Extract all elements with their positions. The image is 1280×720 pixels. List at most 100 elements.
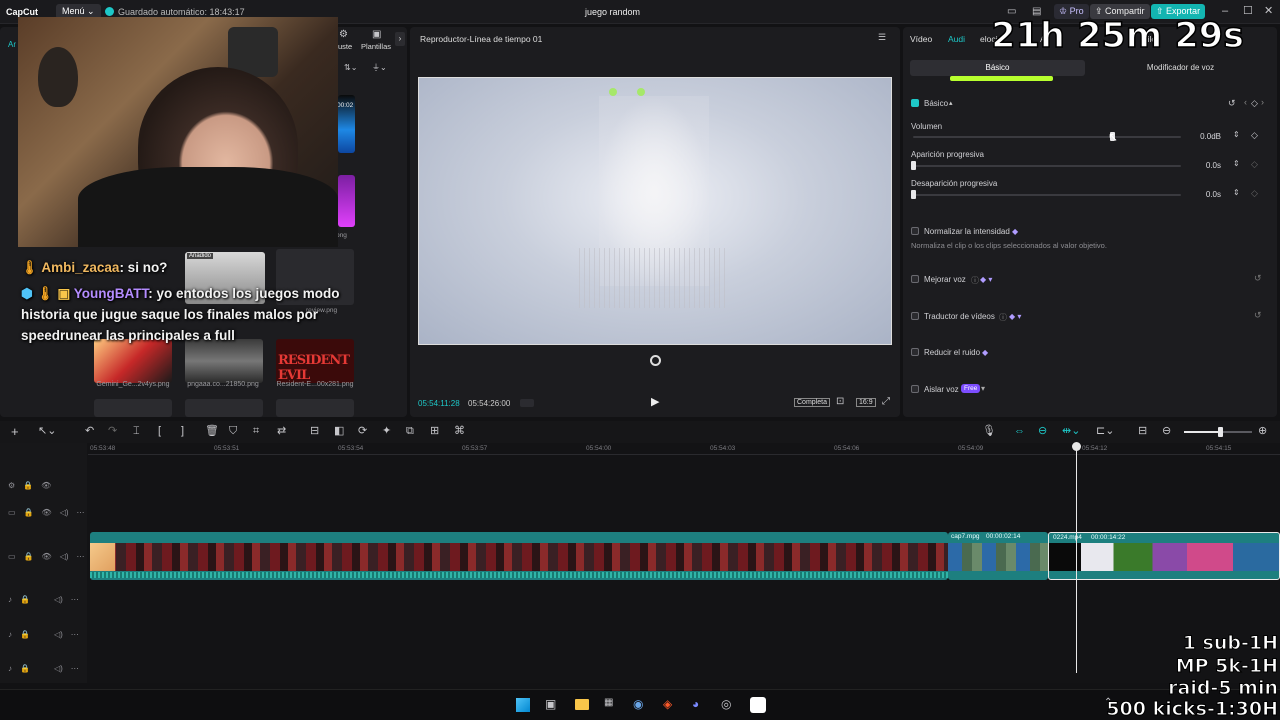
transition-icon[interactable]: ⧉	[406, 426, 414, 437]
playhead-handle[interactable]	[1072, 442, 1081, 451]
auto-cut-icon[interactable]: ⌘	[454, 426, 465, 437]
translate-checkbox[interactable]	[911, 312, 919, 320]
lock-icon[interactable]: 🔒	[20, 630, 30, 642]
mute-icon[interactable]: ◁)	[60, 552, 69, 564]
more-icon[interactable]: ⋯	[71, 664, 79, 676]
info-icon[interactable]: ⓘ	[971, 275, 979, 286]
filter-icon[interactable]: ⏚⌄	[372, 64, 387, 72]
file-explorer-icon[interactable]	[575, 699, 589, 710]
fadeout-stepper[interactable]: ⇕	[1233, 189, 1240, 197]
tab-video[interactable]: Vídeo	[910, 34, 932, 44]
play-icon[interactable]: ▶	[651, 397, 659, 408]
more-icon[interactable]: ⋯	[77, 552, 85, 564]
media-thumb[interactable]	[94, 399, 172, 417]
marker-icon[interactable]: ⛉	[229, 426, 237, 437]
reverse-icon[interactable]: ⇄	[277, 426, 286, 437]
media-thumb[interactable]	[185, 399, 263, 417]
mirror-icon[interactable]: ◧	[334, 426, 344, 437]
preview-axis-icon[interactable]: ⇹⌄	[1062, 426, 1080, 437]
steam-icon[interactable]: ◉	[633, 698, 643, 710]
volume-keyframe-icon[interactable]: ◇	[1251, 131, 1258, 140]
rotate-icon[interactable]: ⟳	[358, 426, 367, 437]
reset-icon[interactable]: ↺	[1228, 99, 1236, 108]
tab-audio[interactable]: Audi	[948, 34, 965, 44]
keyframe-next-icon[interactable]: ›	[1261, 98, 1264, 107]
windows-start-icon[interactable]	[516, 698, 530, 712]
enhance-voice-checkbox[interactable]	[911, 275, 919, 283]
app-icon[interactable]: ▦	[604, 698, 613, 708]
volume-stepper[interactable]: ⇕	[1233, 131, 1240, 139]
mute-icon[interactable]: ◁)	[54, 595, 63, 607]
ratio-button[interactable]: 16:9	[856, 398, 876, 407]
capcut-taskbar-icon[interactable]	[750, 697, 766, 713]
reset-icon[interactable]: ↺	[1254, 274, 1262, 283]
zoom-in-icon[interactable]: ⊕	[1258, 426, 1267, 437]
more-icon[interactable]: ⋯	[71, 630, 79, 642]
lock-icon[interactable]: 🔒	[24, 552, 34, 564]
crop-icon[interactable]: ⌗	[253, 426, 259, 437]
trim-left-icon[interactable]: [	[158, 426, 161, 437]
volume-slider[interactable]	[913, 136, 1181, 138]
resize-icon[interactable]: ⊞	[430, 426, 439, 437]
microphone-icon[interactable]: 🎙	[982, 426, 996, 437]
caption-icon[interactable]: ⊟	[1138, 426, 1147, 437]
reset-icon[interactable]: ↺	[1254, 311, 1262, 320]
redo-icon[interactable]: ↷	[108, 426, 117, 437]
normalize-checkbox[interactable]	[911, 227, 919, 235]
dropdown-icon[interactable]: ▾	[981, 384, 985, 393]
player-menu-icon[interactable]: ☰	[878, 33, 886, 42]
brave-icon[interactable]: ◈	[663, 698, 672, 710]
sort-icon[interactable]: ⇅⌄	[344, 64, 357, 72]
discord-icon[interactable]: ◕	[692, 698, 699, 710]
subtab-voice-changer[interactable]: Modificador de voz	[1093, 63, 1268, 72]
mute-icon[interactable]: ◁)	[54, 664, 63, 676]
more-icon[interactable]: ⋯	[77, 508, 85, 520]
panel-expand-icon[interactable]: ›	[395, 32, 405, 46]
magic-icon[interactable]: ✦	[382, 426, 391, 437]
fadeout-slider-handle[interactable]	[911, 190, 916, 199]
keyframe-prev-icon[interactable]: ‹	[1244, 98, 1247, 107]
eye-icon[interactable]: 👁	[42, 552, 52, 564]
eye-icon[interactable]: 👁	[42, 508, 52, 520]
lock-icon[interactable]: 🔒	[20, 664, 30, 676]
media-tab[interactable]: Ar	[8, 40, 16, 49]
subtab-basic[interactable]: Básico	[910, 60, 1085, 76]
fadein-keyframe-icon[interactable]: ◇	[1251, 160, 1258, 169]
lock-icon[interactable]: 🔒	[23, 481, 33, 493]
basic-toggle[interactable]	[911, 99, 919, 107]
playback-marker-icon[interactable]	[650, 355, 661, 366]
link-icon[interactable]: ⇔	[1014, 426, 1025, 437]
terminal-icon[interactable]: ▣	[545, 698, 556, 710]
snap-icon[interactable]: ⊏⌄	[1096, 426, 1114, 437]
mute-icon[interactable]: ◁)	[54, 630, 63, 642]
templates-tab[interactable]: Plantillas	[361, 42, 391, 51]
delete-icon[interactable]: 🗑	[205, 426, 219, 437]
volume-value[interactable]: 0.0dB	[1181, 132, 1221, 141]
lock-icon[interactable]: 🔒	[24, 508, 34, 520]
zoom-out-icon[interactable]: ⊖	[1162, 426, 1171, 437]
fadein-slider-handle[interactable]	[911, 161, 916, 170]
zoom-slider-handle[interactable]	[1218, 427, 1223, 437]
media-thumb[interactable]	[276, 399, 354, 417]
isolate-voice-checkbox[interactable]	[911, 385, 919, 393]
collapse-icon[interactable]: ▴	[949, 99, 953, 107]
add-track-icon[interactable]: +	[11, 425, 19, 438]
adjust-tab[interactable]: uste	[338, 42, 352, 51]
full-quality-button[interactable]: Completa	[794, 398, 830, 407]
fadein-value[interactable]: 0.0s	[1181, 161, 1221, 170]
denoise-checkbox[interactable]	[911, 348, 919, 356]
lock-icon[interactable]: 🔒	[20, 595, 30, 607]
video-preview[interactable]	[418, 77, 892, 345]
more-icon[interactable]: ⋯	[71, 595, 79, 607]
playhead[interactable]	[1076, 447, 1077, 673]
eye-icon[interactable]: 👁	[41, 481, 51, 493]
maximize-icon[interactable]: ☐	[1243, 6, 1253, 17]
freeze-icon[interactable]: ⊟	[310, 426, 319, 437]
obs-icon[interactable]: ◎	[721, 698, 731, 710]
undo-icon[interactable]: ↶	[85, 426, 94, 437]
fadeout-slider[interactable]	[913, 194, 1181, 196]
split-icon[interactable]: ⌶	[133, 426, 140, 437]
fadein-slider[interactable]	[913, 165, 1181, 167]
snapshot-icon[interactable]: ⊡	[836, 397, 844, 407]
fadeout-value[interactable]: 0.0s	[1181, 190, 1221, 199]
